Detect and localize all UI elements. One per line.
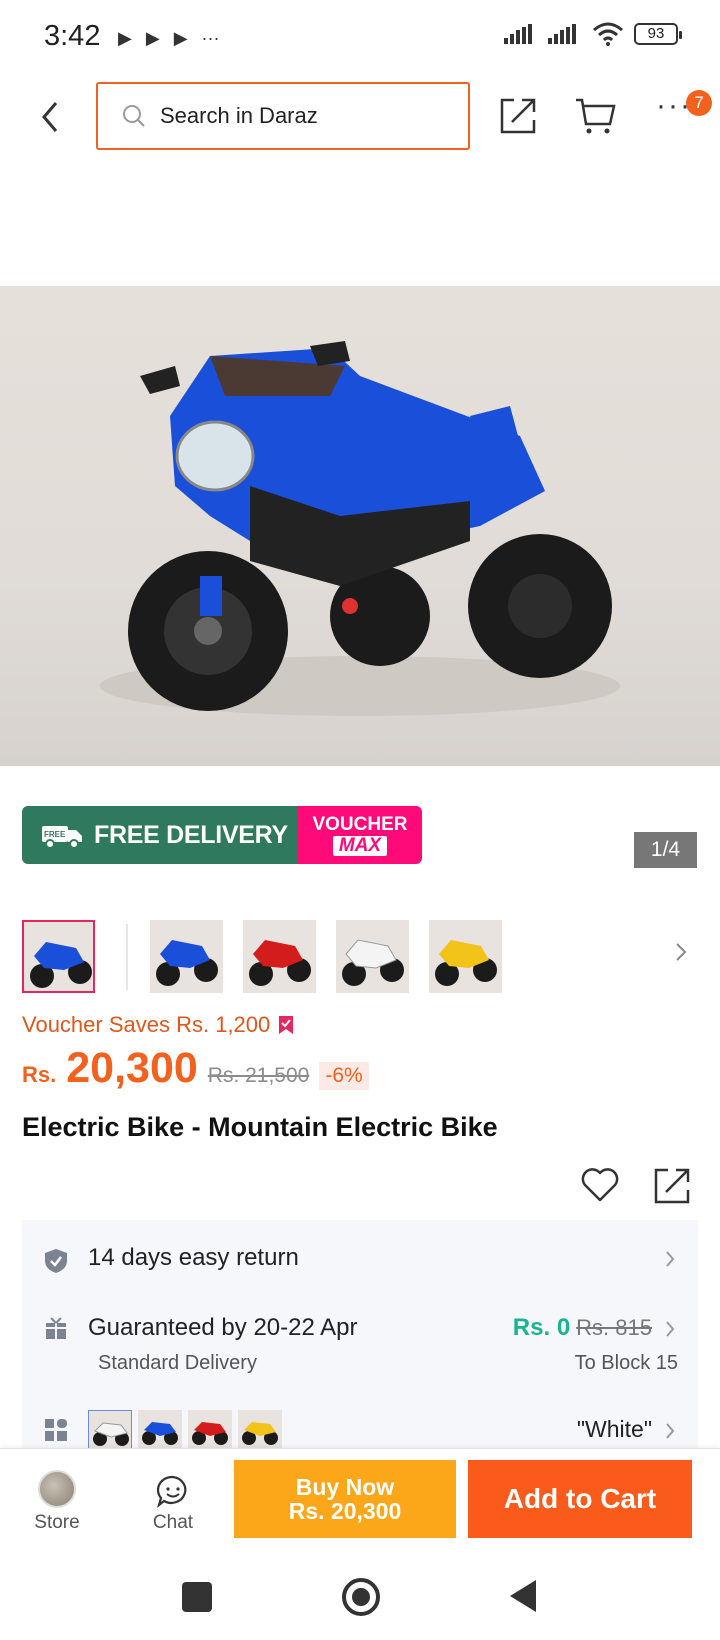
- store-label: Store: [34, 1512, 80, 1533]
- variant-white-bike[interactable]: [88, 1410, 132, 1450]
- search-input[interactable]: Search in Daraz: [96, 82, 470, 150]
- image-thumbnails: [22, 918, 702, 998]
- share-icon[interactable]: [652, 1166, 692, 1206]
- signal-icon: [504, 24, 532, 44]
- voucher-max-badge: VOUCHER MAX: [298, 806, 422, 864]
- battery-icon: 93: [634, 23, 682, 45]
- delivery-type: Standard Delivery: [98, 1352, 257, 1374]
- voucher-savings-text: Voucher Saves Rs. 1,200: [22, 1012, 271, 1037]
- thumbnail-blue-bike[interactable]: [150, 920, 223, 993]
- thumbnail-yellow-bike[interactable]: [429, 920, 502, 993]
- electric-bike-image: [100, 341, 620, 716]
- thumbnail-white-bike[interactable]: [336, 920, 409, 993]
- buy-now-price: Rs. 20,300: [288, 1498, 402, 1524]
- delivery-fee-original: Rs. 815: [576, 1315, 652, 1340]
- promo-banner[interactable]: FREE FREE DELIVERY VOUCHER MAX: [22, 806, 422, 864]
- product-title: Electric Bike - Mountain Electric Bike: [22, 1112, 498, 1142]
- delivery-truck-icon: FREE: [42, 826, 82, 849]
- price-row: Rs. 20,300 Rs. 21,500 -6%: [22, 1044, 369, 1093]
- delivery-info-panel: 14 days easy return Guaranteed by 20-22 …: [22, 1220, 698, 1450]
- product-image[interactable]: [0, 286, 720, 766]
- selected-variant[interactable]: "White": [577, 1416, 652, 1443]
- signal-icon: [548, 24, 576, 44]
- variant-yellow-bike[interactable]: [238, 1410, 282, 1450]
- chevron-right-icon[interactable]: [664, 1318, 676, 1340]
- buy-now-label: Buy Now: [295, 1474, 395, 1500]
- nav-back-icon[interactable]: [506, 1578, 540, 1614]
- recent-apps-icon[interactable]: [182, 1582, 212, 1612]
- voucher-text: VOUCHER: [312, 813, 408, 835]
- return-policy[interactable]: 14 days easy return: [88, 1244, 299, 1272]
- home-icon-dot: [352, 1588, 370, 1606]
- variant-red-bike[interactable]: [188, 1410, 232, 1450]
- chevron-right-icon[interactable]: [674, 940, 688, 964]
- gift-icon: [46, 1317, 66, 1339]
- image-pager: 1/4: [634, 832, 697, 868]
- cart-count-badge: 7: [686, 90, 712, 116]
- chevron-right-icon[interactable]: [664, 1248, 676, 1270]
- wifi-icon: [593, 22, 623, 46]
- add-to-cart-button[interactable]: Add to Cart: [468, 1460, 692, 1538]
- buy-now-button[interactable]: Buy Now Rs. 20,300: [234, 1460, 456, 1538]
- store-avatar-icon: [38, 1470, 76, 1508]
- play-notification-icon: ▶: [118, 28, 132, 48]
- status-time: 3:42: [44, 20, 101, 52]
- free-delivery-badge: FREE FREE DELIVERY: [22, 806, 298, 864]
- heart-icon[interactable]: [580, 1166, 620, 1204]
- discount-badge: -6%: [319, 1062, 369, 1090]
- original-price: Rs. 21,500: [207, 1064, 310, 1087]
- chat-button[interactable]: Chat: [138, 1474, 208, 1534]
- price-currency: Rs.: [22, 1062, 57, 1087]
- more-notifications-icon: ···: [201, 28, 220, 48]
- notification-icons: ▶ ▶ ▶ ···: [118, 28, 220, 49]
- back-arrow-icon[interactable]: [34, 95, 64, 139]
- chevron-right-icon[interactable]: [664, 1420, 676, 1442]
- max-text: MAX: [332, 835, 388, 856]
- free-delivery-text: FREE DELIVERY: [94, 820, 288, 849]
- chat-label: Chat: [152, 1512, 194, 1533]
- variants-grid-icon: [45, 1419, 67, 1441]
- voucher-savings[interactable]: Voucher Saves Rs. 1,200: [22, 1012, 294, 1038]
- search-icon: [123, 105, 145, 127]
- voucher-icon: [279, 1016, 294, 1034]
- thumbnail-divider: [126, 924, 128, 990]
- thumbnail-blue-bike-selected[interactable]: [22, 920, 95, 993]
- play-notification-icon: ▶: [145, 28, 160, 48]
- free-label: FREE: [44, 830, 66, 839]
- delivery-fee: Rs. 0 Rs. 815: [513, 1314, 652, 1342]
- cart-icon[interactable]: [574, 96, 616, 136]
- variant-blue-bike[interactable]: [138, 1410, 182, 1450]
- search-placeholder: Search in Daraz: [160, 103, 318, 128]
- store-button[interactable]: Store: [24, 1470, 90, 1534]
- status-bar: 3:42 ▶ ▶ ▶ ··· 93: [0, 0, 720, 78]
- shield-check-icon: [45, 1249, 67, 1273]
- chat-bubble-icon: [156, 1475, 187, 1508]
- share-icon[interactable]: [498, 96, 538, 136]
- delivery-location: To Block 15: [574, 1352, 678, 1374]
- current-price: 20,300: [66, 1044, 198, 1092]
- delivery-guarantee[interactable]: Guaranteed by 20-22 Apr: [88, 1314, 358, 1342]
- thumbnail-red-bike[interactable]: [243, 920, 316, 993]
- delivery-fee-current: Rs. 0: [512, 1314, 571, 1341]
- play-notification-icon: ▶: [173, 28, 188, 48]
- system-indicators: 93: [504, 22, 682, 46]
